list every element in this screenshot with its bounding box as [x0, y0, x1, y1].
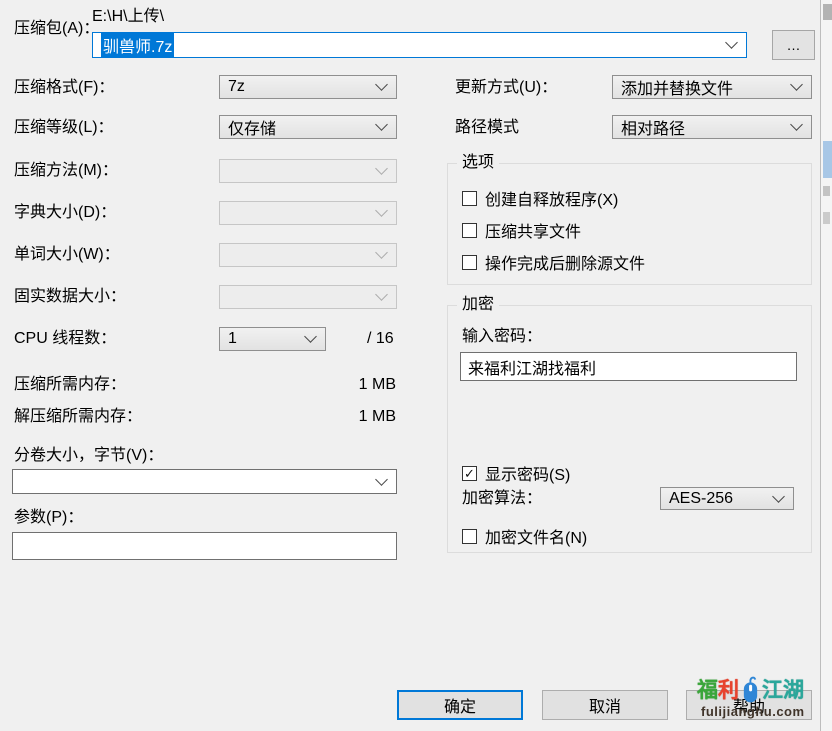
ok-button[interactable]: 确定 — [397, 690, 523, 720]
checkbox-unchecked-icon — [462, 529, 477, 544]
path-mode-label: 路径模式 — [455, 119, 519, 137]
solid-block-size-combobox — [219, 285, 397, 309]
browse-button[interactable]: … — [772, 30, 815, 60]
checkbox-unchecked-icon — [462, 223, 477, 238]
method-combobox — [219, 159, 397, 183]
chevron-down-icon — [375, 204, 388, 217]
background-text-fragment — [823, 212, 830, 224]
chevron-down-icon — [772, 490, 785, 503]
cpu-threads-label: CPU 线程数： — [14, 330, 116, 348]
encryption-group-title: 加密 — [457, 296, 499, 314]
checkbox-delete-after[interactable]: 操作完成后删除源文件 — [462, 250, 645, 274]
cancel-button[interactable]: 取消 — [542, 690, 668, 720]
update-mode-value: 添加并替换文件 — [621, 75, 733, 99]
add-to-archive-dialog: 压缩包(A)： E:\H\上传\ 驯兽师.7z … 压缩格式(F)： 7z 压缩… — [0, 0, 832, 731]
word-size-combobox — [219, 243, 397, 267]
chevron-down-icon — [725, 36, 738, 49]
background-text-fragment — [823, 186, 830, 196]
path-mode-combobox[interactable]: 相对路径 — [612, 115, 812, 139]
encryption-method-label: 加密算法： — [462, 490, 542, 508]
format-value: 7z — [228, 78, 245, 96]
chevron-down-icon — [790, 118, 803, 131]
encryption-method-combobox[interactable]: AES-256 — [660, 487, 794, 510]
parameters-label: 参数(P)： — [14, 509, 83, 527]
memory-compress-value: 1 MB — [320, 376, 396, 394]
checkbox-label: 显示密码(S) — [485, 461, 570, 485]
memory-decompress-value: 1 MB — [320, 408, 396, 426]
level-value: 仅存储 — [228, 115, 276, 139]
archive-label: 压缩包(A)： — [14, 20, 99, 38]
password-label: 输入密码： — [462, 328, 542, 346]
checkbox-encrypt-filenames[interactable]: 加密文件名(N) — [462, 524, 587, 548]
dictionary-size-combobox — [219, 201, 397, 225]
mouse-icon — [741, 675, 760, 705]
parameters-input[interactable] — [12, 532, 397, 560]
chevron-down-icon — [375, 162, 388, 175]
checkbox-compress-shared[interactable]: 压缩共享文件 — [462, 218, 581, 242]
background-window-sliver — [820, 0, 832, 731]
cpu-threads-value: 1 — [228, 330, 237, 348]
chevron-down-icon — [375, 118, 388, 131]
checkbox-show-password[interactable]: ✓ 显示密码(S) — [462, 461, 570, 485]
solid-block-size-label: 固实数据大小： — [14, 288, 126, 306]
encryption-method-value: AES-256 — [669, 490, 733, 508]
chevron-down-icon — [375, 246, 388, 259]
chevron-down-icon — [790, 78, 803, 91]
watermark-domain: fulijianghu.com — [701, 704, 805, 719]
volume-size-combobox[interactable] — [12, 469, 397, 494]
cpu-threads-total: / 16 — [367, 330, 394, 348]
watermark-cn-left: 福利 — [697, 680, 739, 701]
checkbox-unchecked-icon — [462, 255, 477, 270]
memory-decompress-label: 解压缩所需内存： — [14, 408, 142, 426]
update-mode-combobox[interactable]: 添加并替换文件 — [612, 75, 812, 99]
update-mode-label: 更新方式(U)： — [455, 79, 557, 97]
method-label: 压缩方法(M)： — [14, 162, 118, 180]
memory-compress-label: 压缩所需内存： — [14, 376, 126, 394]
dictionary-size-label: 字典大小(D)： — [14, 204, 116, 222]
background-window-fragment — [823, 4, 832, 20]
chevron-down-icon — [304, 330, 317, 343]
path-mode-value: 相对路径 — [621, 115, 685, 139]
checkbox-label: 操作完成后删除源文件 — [485, 250, 645, 274]
archive-directory: E:\H\上传\ — [92, 8, 164, 26]
checkbox-unchecked-icon — [462, 191, 477, 206]
volume-size-label: 分卷大小，字节(V)： — [14, 447, 163, 465]
chevron-down-icon — [375, 78, 388, 91]
archive-name-selected-text: 驯兽师.7z — [101, 33, 174, 57]
checkbox-label: 创建自释放程序(X) — [485, 186, 618, 210]
checkbox-label: 压缩共享文件 — [485, 218, 581, 242]
fulijianghu-watermark: 福利 江湖 fulijianghu.com — [697, 666, 832, 728]
level-label: 压缩等级(L)： — [14, 119, 114, 137]
level-combobox[interactable]: 仅存储 — [219, 115, 397, 139]
check-icon: ✓ — [462, 466, 477, 481]
format-label: 压缩格式(F)： — [14, 79, 114, 97]
format-combobox[interactable]: 7z — [219, 75, 397, 99]
checkbox-label: 加密文件名(N) — [485, 524, 587, 548]
archive-name-combobox[interactable]: 驯兽师.7z — [92, 32, 747, 58]
checkbox-create-sfx[interactable]: 创建自释放程序(X) — [462, 186, 618, 210]
watermark-cn-right: 江湖 — [762, 680, 804, 701]
background-selection-fragment — [823, 141, 832, 178]
word-size-label: 单词大小(W)： — [14, 246, 120, 264]
cpu-threads-combobox[interactable]: 1 — [219, 327, 326, 351]
password-input[interactable]: 来福利江湖找福利 — [460, 352, 797, 381]
options-group-title: 选项 — [457, 154, 499, 172]
chevron-down-icon — [375, 288, 388, 301]
chevron-down-icon — [375, 473, 388, 486]
